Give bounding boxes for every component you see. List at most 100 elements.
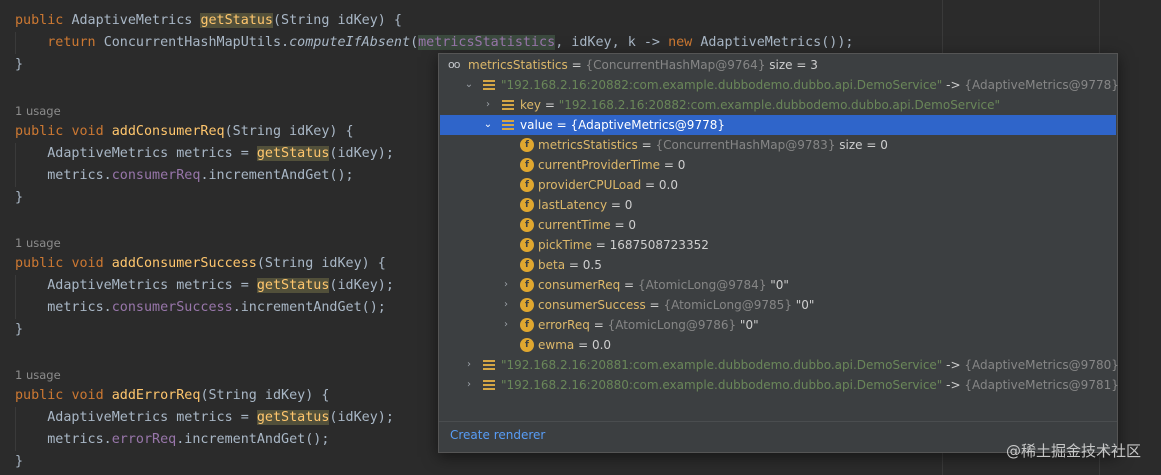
tree-row-field[interactable]: f providerCPULoad = 0.0 bbox=[440, 175, 1116, 195]
keyword: void bbox=[71, 388, 104, 403]
tree-row-field[interactable]: f pickTime = 1687508723352 bbox=[440, 235, 1116, 255]
equals-sign: = bbox=[556, 118, 567, 132]
tree-row-field[interactable]: › f errorReq = {AtomicLong@9786} "0" bbox=[440, 315, 1116, 335]
create-renderer-link[interactable]: Create renderer bbox=[450, 428, 545, 442]
equals-sign: = bbox=[578, 338, 589, 352]
field-ref: consumerReq bbox=[111, 168, 201, 183]
chevron-right-icon[interactable]: › bbox=[500, 315, 512, 335]
chevron-down-icon[interactable]: ⌄ bbox=[482, 115, 494, 135]
equals-sign: = bbox=[663, 158, 674, 172]
keyword: public bbox=[15, 13, 64, 28]
code-line[interactable]: public void addConsumerSuccess(String id… bbox=[15, 253, 386, 275]
field-icon: f bbox=[520, 318, 534, 332]
code-line[interactable]: } bbox=[15, 451, 23, 473]
var-name: metricsStatistics bbox=[468, 58, 568, 72]
map-entry-icon bbox=[483, 378, 497, 392]
chevron-right-icon[interactable]: › bbox=[482, 95, 494, 115]
receiver: metrics. bbox=[47, 300, 112, 315]
call: .incrementAndGet(); bbox=[176, 432, 330, 447]
tree-row-field[interactable]: f metricsStatistics = {ConcurrentHashMap… bbox=[440, 135, 1116, 155]
tree-row-field[interactable]: f lastLatency = 0 bbox=[440, 195, 1116, 215]
tree-row-key[interactable]: › key = "192.168.2.16:20882:com.example.… bbox=[440, 95, 1116, 115]
code-line[interactable]: } bbox=[15, 319, 23, 341]
method-name: addConsumerReq bbox=[111, 124, 225, 139]
code-line[interactable]: AdaptiveMetrics metrics = getStatus(idKe… bbox=[15, 143, 394, 165]
entry-key: "192.168.2.16:20880:com.example.dubbodem… bbox=[501, 378, 943, 392]
type-name: AdaptiveMetrics bbox=[71, 13, 193, 28]
field-ref: errorReq bbox=[111, 432, 177, 447]
code-line[interactable]: AdaptiveMetrics metrics = getStatus(idKe… bbox=[15, 275, 394, 297]
debug-value-popup[interactable]: oo metricsStatistics = {ConcurrentHashMa… bbox=[438, 53, 1119, 453]
usage-hint[interactable]: 1 usage bbox=[15, 233, 61, 253]
field-icon: f bbox=[520, 198, 534, 212]
var-size: size = 3 bbox=[769, 58, 818, 72]
chevron-right-icon[interactable]: › bbox=[463, 375, 475, 395]
field-value: 0 bbox=[677, 158, 686, 172]
field-ref[interactable]: metricsStatistics bbox=[418, 35, 556, 50]
field-name: pickTime bbox=[538, 238, 592, 252]
field-name: currentTime bbox=[538, 218, 611, 232]
chevron-right-icon[interactable]: › bbox=[463, 355, 475, 375]
usage-hint[interactable]: 1 usage bbox=[15, 365, 61, 385]
tree-row-field[interactable]: › f consumerSuccess = {AtomicLong@9785} … bbox=[440, 295, 1116, 315]
chevron-right-icon[interactable]: › bbox=[500, 275, 512, 295]
map-entry-icon bbox=[483, 358, 497, 372]
code-line[interactable]: public AdaptiveMetrics getStatus(String … bbox=[15, 10, 402, 32]
tree-row-field[interactable]: f ewma = 0.0 bbox=[440, 335, 1116, 355]
tree-row-value[interactable]: ⌄ value = {AdaptiveMetrics@9778} bbox=[440, 115, 1116, 135]
entry-value: {AdaptiveMetrics@9778} bbox=[964, 78, 1119, 92]
tree-row-entry[interactable]: › "192.168.2.16:20880:com.example.dubbod… bbox=[440, 375, 1119, 395]
code-line[interactable]: } bbox=[15, 187, 23, 209]
field-value: 1687508723352 bbox=[609, 238, 709, 252]
receiver: metrics. bbox=[47, 432, 112, 447]
field-name: consumerSuccess bbox=[538, 298, 646, 312]
code-line[interactable]: } bbox=[15, 54, 23, 76]
field-icon: f bbox=[520, 238, 534, 252]
field-value: 0 bbox=[628, 218, 637, 232]
map-entry-icon bbox=[502, 98, 516, 112]
entry-arrow: -> bbox=[946, 78, 961, 92]
tree-row-field[interactable]: f beta = 0.5 bbox=[440, 255, 1116, 275]
usage-hint[interactable]: 1 usage bbox=[15, 101, 61, 121]
chevron-down-icon[interactable]: ⌄ bbox=[463, 75, 475, 95]
code-line[interactable]: return ConcurrentHashMapUtils.computeIfA… bbox=[15, 32, 854, 54]
var-ref: {ConcurrentHashMap@9764} bbox=[585, 58, 766, 72]
equals-sign: = bbox=[595, 238, 606, 252]
tree-row-entry[interactable]: › "192.168.2.16:20881:com.example.dubbod… bbox=[440, 355, 1119, 375]
field-name: providerCPULoad bbox=[538, 178, 642, 192]
code-line[interactable]: public void addConsumerReq(String idKey)… bbox=[15, 121, 354, 143]
code-line[interactable]: metrics.consumerSuccess.incrementAndGet(… bbox=[15, 297, 386, 319]
field-name: metricsStatistics bbox=[538, 138, 638, 152]
method-call: getStatus bbox=[256, 278, 330, 293]
equals-sign: = bbox=[571, 58, 582, 72]
code-line[interactable]: metrics.consumerReq.incrementAndGet(); bbox=[15, 165, 354, 187]
entry-arrow: -> bbox=[946, 358, 961, 372]
keyword: public bbox=[15, 388, 64, 403]
map-entry-icon bbox=[483, 78, 497, 92]
method-call: getStatus bbox=[256, 146, 330, 161]
code-line[interactable]: public void addErrorReq(String idKey) { bbox=[15, 385, 329, 407]
equals-sign: = bbox=[614, 218, 625, 232]
method-name: addConsumerSuccess bbox=[111, 256, 257, 271]
call: .incrementAndGet(); bbox=[200, 168, 354, 183]
tree-row-field[interactable]: › f consumerReq = {AtomicLong@9784} "0" bbox=[440, 275, 1116, 295]
tree-row-root[interactable]: oo metricsStatistics = {ConcurrentHashMa… bbox=[440, 55, 1116, 75]
call-args: (idKey); bbox=[329, 146, 394, 161]
params: (String idKey) { bbox=[200, 388, 330, 403]
field-value: "0" bbox=[770, 278, 789, 292]
field-ref: {AtomicLong@9786} bbox=[607, 318, 737, 332]
watermark: @稀土掘金技术社区 bbox=[1005, 442, 1141, 460]
field-ref: {AtomicLong@9785} bbox=[663, 298, 792, 312]
code-line[interactable]: AdaptiveMetrics metrics = getStatus(idKe… bbox=[15, 407, 394, 429]
chevron-right-icon[interactable]: › bbox=[500, 295, 512, 315]
decl: AdaptiveMetrics metrics = bbox=[47, 146, 257, 161]
ctor: AdaptiveMetrics()); bbox=[700, 35, 854, 50]
field-icon: f bbox=[520, 158, 534, 172]
var-value: {AdaptiveMetrics@9778} bbox=[570, 118, 725, 132]
field-icon: f bbox=[520, 138, 534, 152]
call-args: (idKey); bbox=[329, 410, 394, 425]
tree-row-entry[interactable]: ⌄ "192.168.2.16:20882:com.example.dubbod… bbox=[440, 75, 1119, 95]
tree-row-field[interactable]: f currentTime = 0 bbox=[440, 215, 1116, 235]
tree-row-field[interactable]: f currentProviderTime = 0 bbox=[440, 155, 1116, 175]
code-line[interactable]: metrics.errorReq.incrementAndGet(); bbox=[15, 429, 329, 451]
